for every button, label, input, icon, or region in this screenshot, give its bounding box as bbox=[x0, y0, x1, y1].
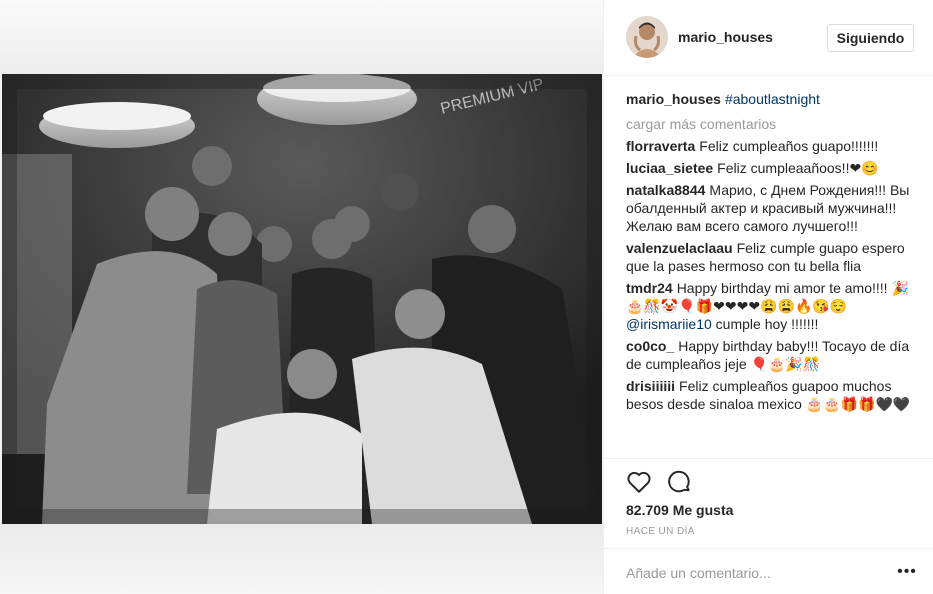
group-photo-illustration: PREMIUM VIP bbox=[2, 74, 602, 524]
load-more-comments-link[interactable]: cargar más comentarios bbox=[626, 115, 916, 133]
post-caption: mario_houses #aboutlastnight bbox=[626, 90, 916, 108]
comment-username[interactable]: drisiiiiii bbox=[626, 378, 675, 394]
comment-item: drisiiiiii Feliz cumpleaños guapoo muchos… bbox=[626, 377, 916, 413]
post-author-username[interactable]: mario_houses bbox=[678, 29, 773, 45]
caption-hashtag[interactable]: #aboutlastnight bbox=[725, 91, 820, 107]
comment-item: florraverta Feliz cumpleaños guapo!!!!!!! bbox=[626, 137, 916, 155]
post-header: mario_houses Siguiendo bbox=[604, 0, 933, 76]
following-button[interactable]: Siguiendo bbox=[827, 24, 914, 52]
comment-text: Feliz cumpleaños guapo!!!!!!! bbox=[699, 138, 879, 154]
ceiling-lamp bbox=[39, 102, 195, 148]
heart-icon[interactable] bbox=[626, 469, 652, 495]
comment-username[interactable]: valenzuelaclaau bbox=[626, 240, 733, 256]
post-timestamp[interactable]: HACE UN DÍA bbox=[626, 526, 695, 537]
comment-item: valenzuelaclaau Feliz cumple guapo espero… bbox=[626, 239, 916, 275]
comment-username[interactable]: natalka8844 bbox=[626, 182, 705, 198]
comment-text: Feliz cumpleaañoos!!❤😊 bbox=[717, 160, 879, 176]
avatar-image bbox=[626, 16, 668, 58]
post-side-panel: mario_houses Siguiendo mario_houses #abou… bbox=[603, 0, 933, 594]
comment-mention[interactable]: @irismariie10 bbox=[626, 316, 712, 332]
likes-count[interactable]: 82.709 Me gusta bbox=[626, 502, 733, 518]
comment-username[interactable]: tmdr24 bbox=[626, 280, 673, 296]
photo-background-top bbox=[0, 0, 603, 74]
comment-username[interactable]: co0co_ bbox=[626, 338, 674, 354]
comment-input[interactable] bbox=[626, 563, 886, 583]
comment-item: co0co_ Happy birthday baby!!! Tocayo de d… bbox=[626, 337, 916, 373]
post-photo-area: PREMIUM VIP bbox=[0, 0, 603, 594]
comment-username[interactable]: luciaa_sietee bbox=[626, 160, 713, 176]
comment-item: natalka8844 Марио, с Днем Рождения!!! Вы … bbox=[626, 181, 916, 235]
comment-item: tmdr24 Happy birthday mi amor te amo!!!! … bbox=[626, 279, 916, 333]
comments-section: mario_houses #aboutlastnight cargar más c… bbox=[626, 88, 916, 460]
post-photo[interactable]: PREMIUM VIP bbox=[2, 74, 602, 524]
more-options-icon[interactable]: ••• bbox=[896, 562, 918, 582]
comment-list: florraverta Feliz cumpleaños guapo!!!!!!!… bbox=[626, 137, 916, 413]
post-actions: 82.709 Me gusta HACE UN DÍA bbox=[604, 458, 933, 548]
add-comment-bar: ••• bbox=[604, 548, 933, 594]
comment-item: luciaa_sietee Feliz cumpleaañoos!!❤😊 bbox=[626, 159, 916, 177]
comment-icon[interactable] bbox=[667, 469, 693, 495]
avatar[interactable] bbox=[626, 16, 668, 58]
caption-username[interactable]: mario_houses bbox=[626, 91, 721, 107]
photo-background-bottom bbox=[0, 524, 603, 594]
comment-username[interactable]: florraverta bbox=[626, 138, 695, 154]
comment-text: cumple hoy !!!!!!! bbox=[711, 316, 819, 332]
